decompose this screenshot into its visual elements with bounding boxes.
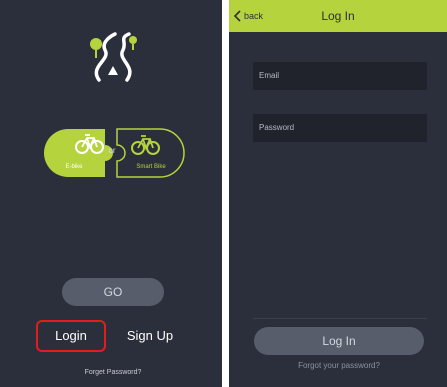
page-title: Log In [321,9,355,23]
go-button[interactable]: GO [62,278,164,306]
chevron-left-icon [234,10,241,22]
forgot-password-link[interactable]: Forget Password? [40,368,186,378]
ebike-label: E-bike [65,164,83,170]
back-label: back [244,11,264,21]
smart-bike-label: Smart Bike [136,164,166,170]
email-field[interactable]: Email [253,62,427,90]
route-logo-icon [90,32,137,82]
ebike-option[interactable]: E-bike [43,128,105,178]
login-button[interactable]: Login [36,320,106,352]
header-bar: back Log In [229,0,447,32]
signup-link[interactable]: Sign Up [118,327,182,345]
welcome-screen: E-bike or Smart Bike GO Login Sign Up Fo… [0,0,222,387]
divider [253,318,427,319]
back-button[interactable]: back [234,9,263,23]
login-screen: back Log In Email Password Log In Forgot… [229,0,447,387]
login-submit-button[interactable]: Log In [254,327,424,355]
forgot-password-link[interactable]: Forgot your password? [254,361,424,371]
password-field[interactable]: Password [253,114,427,142]
smart-bike-option[interactable]: Smart Bike [117,128,185,178]
